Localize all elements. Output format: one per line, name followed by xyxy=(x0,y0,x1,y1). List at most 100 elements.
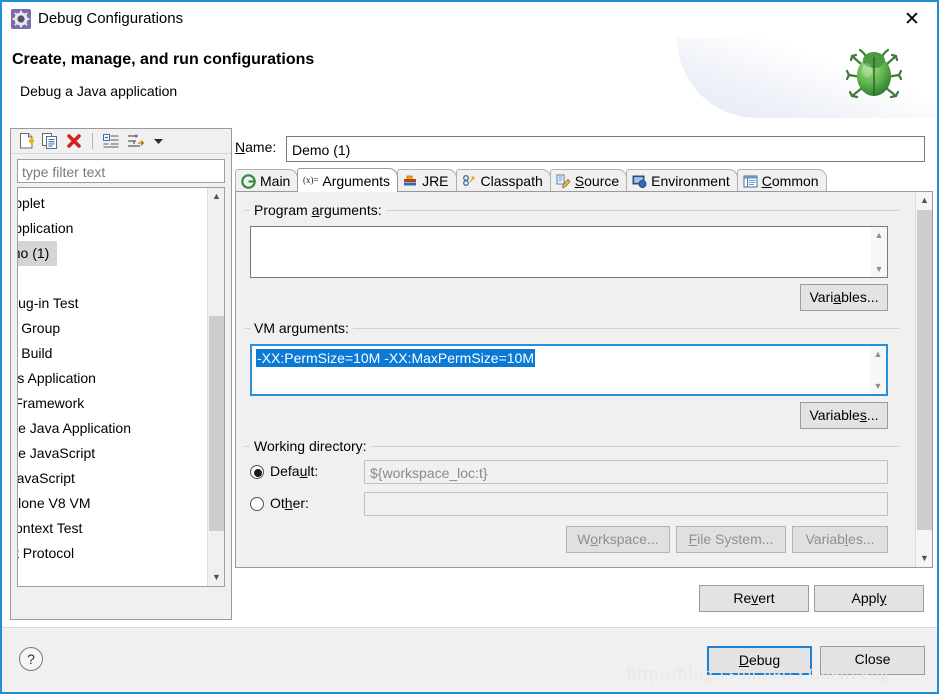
tree-vertical-scrollbar[interactable]: ▲ ▼ xyxy=(207,188,224,586)
page-title: Create, manage, and run configurations xyxy=(12,51,315,68)
classpath-tab-icon xyxy=(462,174,477,189)
tree-item[interactable]: aven Build xyxy=(18,341,208,366)
filter-icon[interactable] xyxy=(125,131,145,151)
other-directory-input[interactable] xyxy=(364,492,888,516)
tree-vscroll-thumb[interactable] xyxy=(209,316,224,531)
debug-configurations-icon xyxy=(11,9,31,29)
filter-input[interactable]: type filter text xyxy=(17,159,225,183)
tab-vscroll-thumb[interactable] xyxy=(917,210,932,530)
vm-arguments-scrollbar[interactable]: ▲ ▼ xyxy=(870,346,886,394)
launch-configuration-tree[interactable]: va Applet va Application Demo (1)nit nit Pl… xyxy=(17,187,225,587)
tab-label: JRE xyxy=(422,173,449,189)
jre-tab-icon xyxy=(403,174,418,189)
scroll-down-icon[interactable]: ▼ xyxy=(871,261,887,277)
tree-item[interactable]: SL xyxy=(18,566,208,586)
program-arguments-label: Program arguments: xyxy=(250,202,386,218)
tab-panel-scrollbar[interactable]: ▲ ▼ xyxy=(915,192,932,567)
vm-arguments-label: VM arguments: xyxy=(250,320,353,336)
tab-label: Source xyxy=(574,173,620,189)
scroll-up-icon[interactable]: ▲ xyxy=(916,192,932,209)
new-launch-configuration-icon[interactable] xyxy=(16,131,36,151)
workspace-button[interactable]: Workspace... xyxy=(566,526,670,553)
tree-item[interactable]: andalone V8 VM xyxy=(18,491,208,516)
tree-item-label: va Applet xyxy=(18,195,45,211)
name-row: Name: Demo (1) xyxy=(235,136,933,162)
tree-item-label: va Application xyxy=(18,220,74,236)
scroll-down-icon[interactable]: ▼ xyxy=(870,378,886,394)
duplicate-icon[interactable] xyxy=(40,131,60,151)
collapse-all-icon[interactable] xyxy=(101,131,121,151)
tree-item[interactable]: va Applet xyxy=(18,191,208,216)
scroll-down-icon[interactable]: ▼ xyxy=(916,550,932,567)
tree-item[interactable]: ebKit Protocol xyxy=(18,541,208,566)
program-arguments-group: Program arguments: ▲ ▼ Variables... xyxy=(244,202,899,311)
debug-configurations-dialog: Debug Configurations ✕ Create, manage, a… xyxy=(0,0,939,694)
tab-jre[interactable]: JRE xyxy=(397,169,457,192)
default-radio[interactable] xyxy=(250,465,264,479)
working-directory-variables-button[interactable]: Variables... xyxy=(792,526,888,553)
delete-icon[interactable] xyxy=(64,131,84,151)
tree-item-label: ebKit Protocol xyxy=(18,545,75,561)
tab-bar: Main (x)= Arguments JRE Classpath Source Envir… xyxy=(235,168,933,192)
tab-environment[interactable]: Environment xyxy=(626,169,738,192)
view-menu-chevron-icon[interactable] xyxy=(149,131,169,151)
tree-item[interactable]: sk Context Test xyxy=(18,516,208,541)
tree-item[interactable]: nit xyxy=(18,266,208,291)
tree-item[interactable]: Demo (1) xyxy=(18,241,208,266)
tree-item[interactable]: nit Plug-in Test xyxy=(18,291,208,316)
tree-toolbar xyxy=(11,129,231,154)
tab-source[interactable]: Source xyxy=(549,169,628,192)
tree-item[interactable]: emote Java Application xyxy=(18,416,208,441)
tree-item[interactable]: ode.js Application xyxy=(18,366,208,391)
tab-common[interactable]: Common xyxy=(736,169,827,192)
tree-item[interactable]: unch Group xyxy=(18,316,208,341)
help-question-icon[interactable]: ? xyxy=(19,647,43,671)
scroll-down-icon[interactable]: ▼ xyxy=(208,569,224,586)
tree-item-label: emote Java Application xyxy=(18,420,131,436)
other-directory-row[interactable]: Other: xyxy=(250,492,890,516)
svg-text:(x)=: (x)= xyxy=(303,175,319,185)
file-system-button[interactable]: File System... xyxy=(676,526,786,553)
scroll-up-icon[interactable]: ▲ xyxy=(870,346,886,362)
program-arguments-input[interactable]: ▲ ▼ xyxy=(250,226,888,278)
arguments-tab-icon: (x)= xyxy=(303,173,319,188)
tab-label: Classpath xyxy=(480,173,543,189)
tab-main[interactable]: Main xyxy=(235,169,299,192)
default-radio-label: Default: xyxy=(270,463,319,479)
scroll-up-icon[interactable]: ▲ xyxy=(208,188,224,205)
window-title: Debug Configurations xyxy=(38,10,184,27)
common-tab-icon xyxy=(743,174,758,189)
close-icon[interactable]: ✕ xyxy=(899,8,925,32)
tree-item-label: ino JavaScript xyxy=(17,470,75,486)
vm-arguments-group: VM arguments: -XX:PermSize=10M -XX:MaxPe… xyxy=(244,320,899,429)
default-directory-value: ${workspace_loc:t} xyxy=(364,460,888,484)
vm-arguments-input[interactable]: -XX:PermSize=10M -XX:MaxPermSize=10M ▲ ▼ xyxy=(250,344,888,396)
tab-classpath[interactable]: Classpath xyxy=(455,169,551,192)
toolbar-separator xyxy=(92,133,93,149)
source-tab-icon xyxy=(556,174,571,189)
vm-arguments-value: -XX:PermSize=10M -XX:MaxPermSize=10M xyxy=(256,349,535,367)
vm-arguments-variables-button[interactable]: Variables... xyxy=(800,402,888,429)
tree-item[interactable]: ino JavaScript xyxy=(17,466,208,491)
tree-item-label: andalone V8 VM xyxy=(18,495,91,511)
other-radio-label: Other: xyxy=(270,495,309,511)
apply-button[interactable]: Apply xyxy=(814,585,924,612)
tree-item[interactable]: va Application xyxy=(18,216,208,241)
program-arguments-variables-button[interactable]: Variables... xyxy=(800,284,888,311)
default-directory-row[interactable]: Default: ${workspace_loc:t} xyxy=(250,460,890,484)
tree-item[interactable]: emote JavaScript xyxy=(18,441,208,466)
tree-item-label: emote JavaScript xyxy=(18,445,96,461)
tab-arguments[interactable]: (x)= Arguments xyxy=(297,168,399,192)
main-tab-icon xyxy=(241,173,256,189)
arguments-tab-panel: Program arguments: ▲ ▼ Variables... VM a… xyxy=(235,191,933,568)
program-arguments-scrollbar[interactable]: ▲ ▼ xyxy=(871,227,887,277)
scroll-up-icon[interactable]: ▲ xyxy=(871,227,887,243)
other-radio[interactable] xyxy=(250,497,264,511)
tree-item-label: nit Plug-in Test xyxy=(18,295,79,311)
name-label: Name: xyxy=(235,139,277,155)
revert-button[interactable]: Revert xyxy=(699,585,809,612)
working-directory-group: Working directory: Default: ${workspace_… xyxy=(244,438,899,560)
name-input[interactable]: Demo (1) xyxy=(286,136,925,162)
tree-item[interactable]: SGi Framework xyxy=(18,391,208,416)
page-subtitle: Debug a Java application xyxy=(20,83,178,99)
